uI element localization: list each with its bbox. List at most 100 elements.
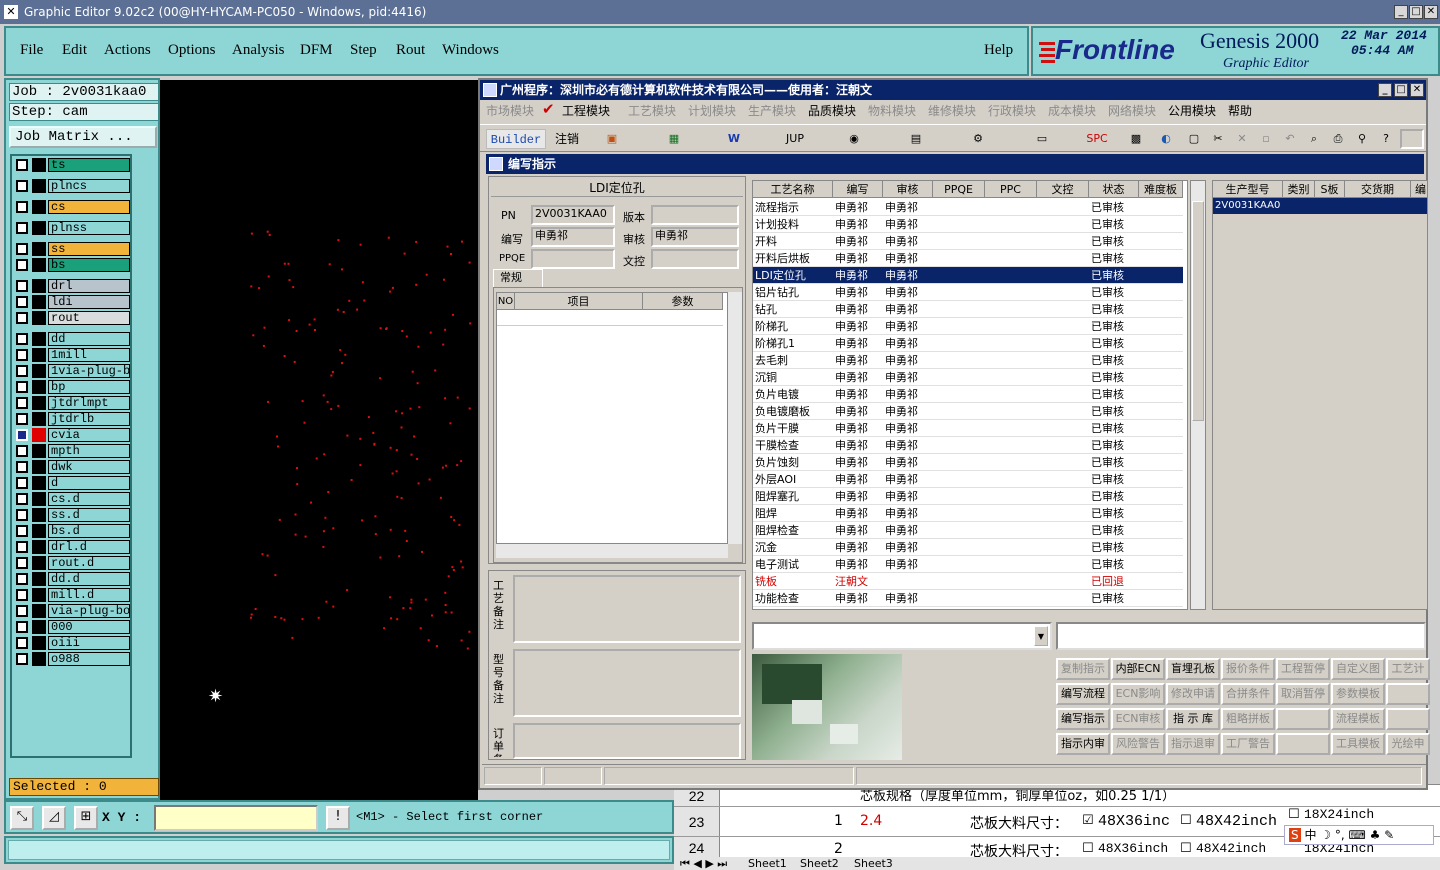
layer-row[interactable]: bp (14, 380, 132, 394)
menu-edit[interactable]: Edit (62, 42, 87, 59)
action-button[interactable]: 工程暂停 (1276, 658, 1330, 680)
remark-order-field[interactable] (513, 723, 741, 759)
layer-checkbox[interactable] (16, 477, 28, 489)
layer-name[interactable]: cs (48, 200, 130, 214)
grid-row[interactable]: 阻焊 申勇祁 申勇祁 已审核 (753, 505, 1183, 522)
action-button[interactable]: 内部ECN (1111, 658, 1165, 680)
maximize-icon[interactable]: □ (1409, 5, 1423, 19)
menu-process[interactable]: 工艺模块 (628, 102, 676, 119)
layer-name[interactable]: 1via-plug-bot (48, 364, 130, 378)
action-button[interactable]: ECN影响 (1111, 683, 1165, 705)
action-button[interactable]: 指示退审 (1166, 733, 1220, 755)
layer-name[interactable]: ts (48, 158, 130, 172)
grid-header[interactable]: 审核 (883, 181, 933, 198)
version-field[interactable] (651, 205, 739, 225)
layer-name[interactable]: plncs (48, 179, 130, 193)
action-button[interactable]: 指示内审 (1056, 733, 1110, 755)
grid-row[interactable]: 钻孔 申勇祁 申勇祁 已审核 (753, 301, 1183, 318)
layer-checkbox[interactable] (16, 509, 28, 521)
toolbar-field[interactable] (1400, 129, 1424, 149)
grid-row[interactable]: 流程指示 申勇祁 申勇祁 已审核 (753, 199, 1183, 216)
checkbox[interactable]: ☐ (1180, 841, 1192, 856)
layer-name[interactable]: ss (48, 242, 130, 256)
erp-maximize-icon[interactable]: □ (1394, 83, 1408, 97)
layer-row[interactable]: o988 (14, 652, 132, 666)
layer-row[interactable]: ss.d (14, 508, 132, 522)
sheet-nav-icon[interactable]: ⏮ ◀ ▶ ⏭ (680, 857, 727, 870)
globe-icon[interactable]: ◐ (1156, 129, 1176, 149)
menu-market[interactable]: 市场模块 (486, 102, 534, 119)
sheet-tab-1[interactable]: Sheet1 (748, 857, 787, 870)
grid-row[interactable]: 负片蚀刻 申勇祁 申勇祁 已审核 (753, 454, 1183, 471)
layer-name[interactable]: 000 (48, 620, 130, 634)
layer-name[interactable]: cvia (48, 428, 130, 442)
model-row-selected[interactable]: 2V0031KAA0 (1213, 198, 1427, 214)
preview-icon[interactable]: ⌕ (1304, 129, 1324, 149)
layer-row[interactable]: plncs (14, 179, 132, 193)
menu-admin[interactable]: 行政模块 (988, 102, 1036, 119)
layer-row[interactable]: oiii (14, 636, 132, 650)
pn-field[interactable]: 2V0031KAA0 (531, 205, 615, 225)
action-button[interactable]: 盲埋孔板 (1166, 658, 1220, 680)
layer-row[interactable]: rout.d (14, 556, 132, 570)
action-button[interactable]: 自定义图 (1331, 658, 1385, 680)
grid-row[interactable]: 负电镀磨板 申勇祁 申勇祁 已审核 (753, 403, 1183, 420)
app-x-icon[interactable]: ✕ (4, 5, 18, 19)
action-button[interactable]: 指 示 库 (1166, 708, 1220, 730)
menu-actions[interactable]: Actions (104, 42, 151, 59)
menu-analysis[interactable]: Analysis (232, 42, 285, 59)
menu-file[interactable]: File (20, 42, 43, 59)
action-button[interactable]: ECN审核 (1111, 708, 1165, 730)
layer-name[interactable]: d (48, 476, 130, 490)
layer-checkbox[interactable] (16, 557, 28, 569)
layer-row[interactable]: cs (14, 200, 132, 214)
layer-row[interactable]: jtdrlb (14, 412, 132, 426)
action-button[interactable]: 报价条件 (1221, 658, 1275, 680)
layer-row[interactable]: via-plug-bot (14, 604, 132, 618)
sheet-tab-2[interactable]: Sheet2 (800, 857, 839, 870)
erp-minimize-icon[interactable]: _ (1378, 83, 1392, 97)
layer-row[interactable]: dd.d (14, 572, 132, 586)
layer-checkbox[interactable] (16, 180, 28, 192)
layer-name[interactable]: drl.d (48, 540, 130, 554)
settings-icon[interactable]: ⚙ (968, 129, 988, 149)
layer-name[interactable]: plnss (48, 221, 130, 235)
word-icon[interactable]: W (724, 129, 744, 149)
layer-name[interactable]: jtdrlmpt (48, 396, 130, 410)
layer-checkbox[interactable] (16, 653, 28, 665)
layer-checkbox[interactable] (16, 280, 28, 292)
action-button[interactable]: 参数模板 (1331, 683, 1385, 705)
layer-checkbox[interactable] (16, 243, 28, 255)
action-button[interactable] (1386, 683, 1430, 705)
new-file-icon[interactable]: ▢ (1184, 129, 1204, 149)
ime-toolbar[interactable]: S 中 ☽ °, ⌨ ♣ ✎ (1284, 825, 1434, 845)
grid-row[interactable]: 阻焊检查 申勇祁 申勇祁 已审核 (753, 522, 1183, 539)
grid-row[interactable]: 开料后烘板 申勇祁 申勇祁 已审核 (753, 250, 1183, 267)
layer-checkbox[interactable] (16, 201, 28, 213)
layer-name[interactable]: cs.d (48, 492, 130, 506)
layer-name[interactable]: bp (48, 380, 130, 394)
layer-name[interactable]: rout (48, 311, 130, 325)
question-icon[interactable]: ? (1376, 129, 1396, 149)
action-button[interactable] (1276, 708, 1330, 730)
menu-common[interactable]: 公用模块 (1168, 102, 1216, 119)
measure-icon[interactable]: ◿ (42, 806, 66, 830)
layer-row[interactable]: ss (14, 242, 132, 256)
grid-row[interactable]: LDI定位孔 申勇祁 申勇祁 已审核 (753, 267, 1183, 284)
layer-name[interactable]: ldi (48, 295, 130, 309)
action-button[interactable]: 工艺计 (1386, 658, 1430, 680)
grid-header[interactable]: 文控 (1037, 181, 1089, 198)
layer-row[interactable]: 1mill (14, 348, 132, 362)
action-button[interactable]: 编写指示 (1056, 708, 1110, 730)
writer-field[interactable]: 申勇祁 (531, 227, 615, 247)
action-button[interactable]: 合拼条件 (1221, 683, 1275, 705)
layer-name[interactable]: mpth (48, 444, 130, 458)
grid-row[interactable]: 阶梯孔 申勇祁 申勇祁 已审核 (753, 318, 1183, 335)
action-button[interactable] (1386, 708, 1430, 730)
sheet-tab-3[interactable]: Sheet3 (854, 857, 893, 870)
snap-grid-icon[interactable]: ⊞ (74, 806, 98, 830)
grid-row[interactable]: 阻焊塞孔 申勇祁 申勇祁 已审核 (753, 488, 1183, 505)
builder-button[interactable]: Builder (486, 129, 546, 149)
layer-row[interactable]: mill.d (14, 588, 132, 602)
grid-row[interactable]: 铝片钻孔 申勇祁 申勇祁 已审核 (753, 284, 1183, 301)
